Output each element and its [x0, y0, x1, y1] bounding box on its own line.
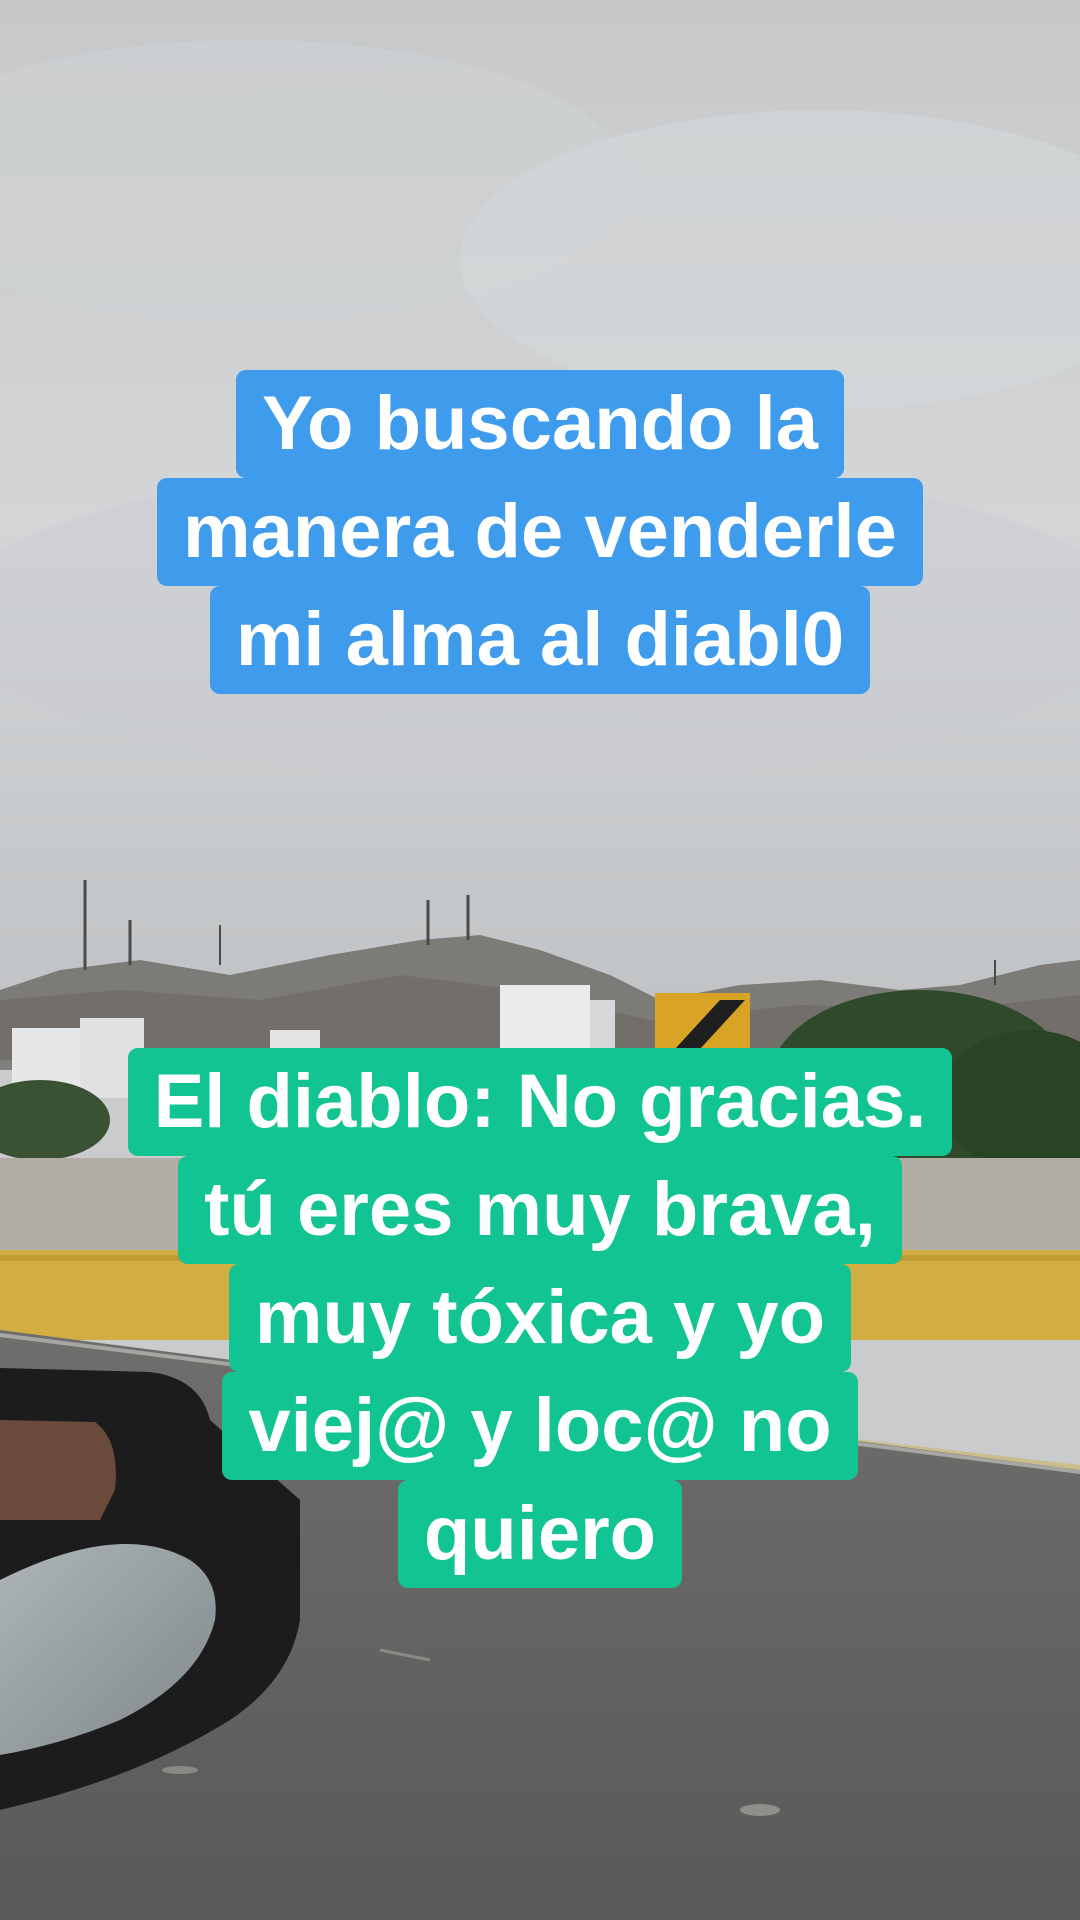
caption-bottom: El diablo: No gracias. tú eres muy brava… — [0, 1048, 1080, 1588]
caption-bottom-line: tú eres muy brava, — [178, 1156, 902, 1264]
caption-top: Yo buscando la manera de venderle mi alm… — [0, 370, 1080, 694]
background-scene-image — [0, 0, 1080, 1920]
caption-bottom-line: El diablo: No gracias. — [127, 1048, 953, 1156]
caption-top-line: Yo buscando la — [235, 370, 844, 478]
video-frame[interactable]: Yo buscando la manera de venderle mi alm… — [0, 0, 1080, 1920]
caption-bottom-line: quiero — [397, 1480, 683, 1588]
caption-bottom-line: viej@ y loc@ no — [222, 1372, 858, 1480]
caption-top-line: mi alma al diabl0 — [209, 586, 871, 694]
caption-bottom-line: muy tóxica y yo — [228, 1264, 852, 1372]
caption-top-line: manera de venderle — [157, 478, 923, 586]
building — [500, 985, 590, 1050]
